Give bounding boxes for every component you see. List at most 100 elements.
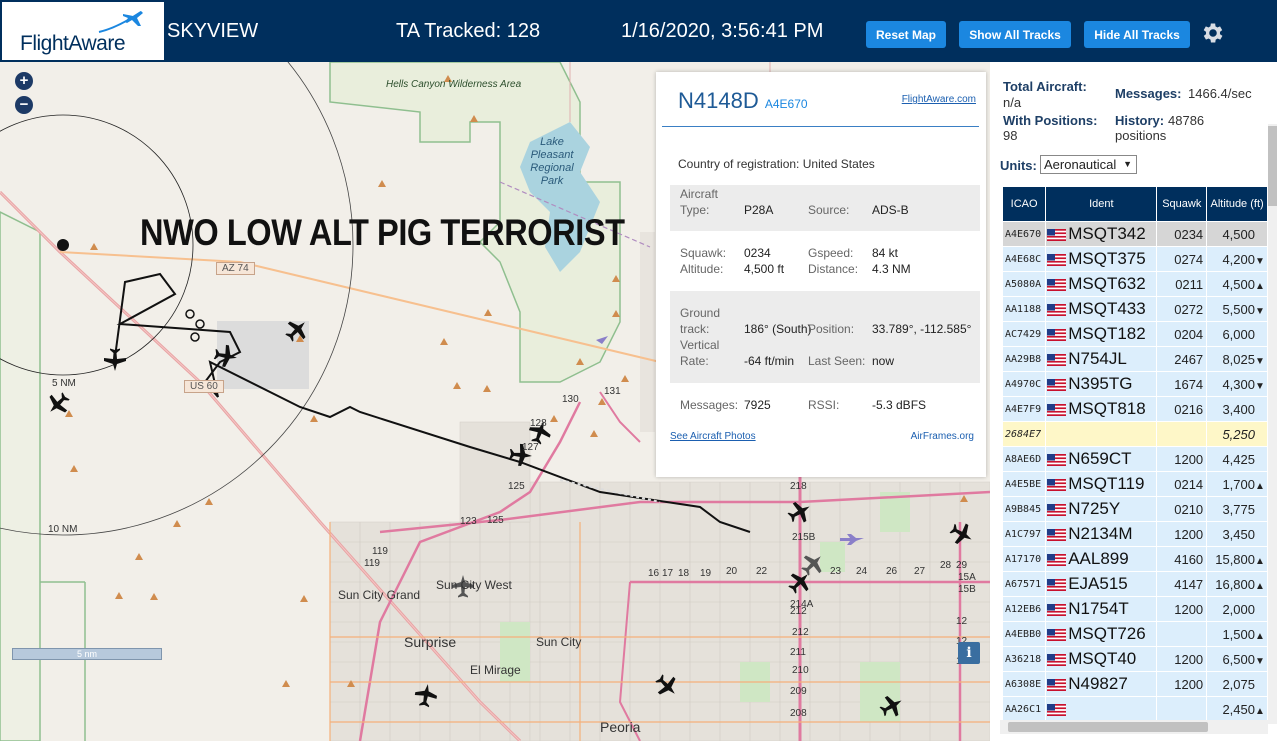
col-header-icao[interactable]: ICAO (1003, 187, 1046, 221)
popup-divider (662, 126, 979, 127)
cell-squawk: 1200 (1157, 597, 1207, 621)
popup-icao: A4E670 (764, 97, 808, 111)
aircraft-type-label: Aircraft Type: (680, 187, 719, 217)
altitude-text: 6,000 (1222, 326, 1255, 342)
flightaware-logo[interactable]: FlightAware (2, 2, 164, 60)
ident-text: AAL899 (1068, 549, 1129, 568)
table-row[interactable]: A4970C N395TG 1674 4,300▼ (1003, 372, 1267, 396)
us-flag-icon (1047, 378, 1067, 391)
route-number: 123 (460, 516, 477, 527)
table-row[interactable]: AA1188 MSQT433 0272 5,500▼ (1003, 297, 1267, 321)
hide-all-tracks-button[interactable]: Hide All Tracks (1084, 21, 1190, 48)
messages-rate-value: 1466.4/sec (1188, 86, 1252, 101)
us-flag-icon (1047, 478, 1067, 491)
us-flag-icon (1047, 253, 1067, 266)
aircraft-table-body: A4E670 MSQT342 0234 4,500 A4E68C MSQT375 0274 4… (1003, 222, 1267, 721)
vertical-rate-label: Vertical Rate: (680, 338, 720, 368)
table-row[interactable]: 2684E7 5,250 (1003, 422, 1267, 446)
zoom-in-button[interactable]: + (15, 72, 33, 90)
table-row[interactable]: A4E5BE MSQT119 0214 1,700▲ (1003, 472, 1267, 496)
vertical-scrollbar-thumb[interactable] (1268, 126, 1277, 206)
aircraft-photos-link[interactable]: See Aircraft Photos (670, 431, 756, 442)
route-number: 16 (648, 568, 660, 579)
cell-altitude: 4,500 (1207, 222, 1267, 246)
table-row[interactable]: AA26C1 2,450▲ (1003, 697, 1267, 721)
table-row[interactable]: A1C797 N2134M 1200 3,450 (1003, 522, 1267, 546)
flightaware-link[interactable]: FlightAware.com (902, 94, 976, 105)
table-row[interactable]: A4E670 MSQT342 0234 4,500 (1003, 222, 1267, 246)
cell-ident (1046, 422, 1157, 446)
table-row[interactable]: A67571 EJA515 4147 16,800▲ (1003, 572, 1267, 596)
ident-text: MSQT119 (1068, 474, 1145, 493)
cell-squawk: 1200 (1157, 672, 1207, 696)
route-number: 210 (792, 665, 809, 676)
cell-ident: MSQT375 (1046, 247, 1157, 271)
reset-map-button[interactable]: Reset Map (866, 21, 946, 48)
cell-ident (1046, 697, 1157, 721)
altitude-trend-icon: ▲ (1255, 480, 1265, 492)
table-row[interactable]: A36218 MSQT40 1200 6,500▼ (1003, 647, 1267, 671)
info-button[interactable]: i (958, 642, 980, 664)
cell-ident: AAL899 (1046, 547, 1157, 571)
airframes-link[interactable]: AirFrames.org (911, 431, 974, 442)
us-flag-icon (1047, 553, 1067, 566)
cell-icao: A36218 (1003, 647, 1046, 671)
popup-block-track: Ground track: 186° (South) Position: 33.… (670, 291, 980, 383)
table-row[interactable]: A17170 AAL899 4160 15,800▲ (1003, 547, 1267, 571)
table-row[interactable]: A12EB6 N1754T 1200 2,000 (1003, 597, 1267, 621)
popup-block-type: Aircraft Type: P28A Source: ADS-B (670, 185, 980, 231)
altitude-text: 2,075 (1222, 676, 1255, 692)
cell-icao: A17170 (1003, 547, 1046, 571)
zoom-out-button[interactable]: − (15, 96, 33, 114)
altitude-text: 1,500 (1222, 626, 1255, 642)
cell-squawk: 4147 (1157, 572, 1207, 596)
table-row[interactable]: AA29B8 N754JL 2467 8,025▼ (1003, 347, 1267, 371)
units-select[interactable]: Aeronautical ▼ (1040, 155, 1137, 174)
ident-text: N395TG (1068, 374, 1133, 393)
route-number: 24 (856, 566, 868, 577)
cell-squawk: 0210 (1157, 497, 1207, 521)
cell-ident: N2134M (1046, 522, 1157, 546)
col-header-squawk[interactable]: Squawk (1157, 187, 1207, 221)
cell-squawk: 0204 (1157, 322, 1207, 346)
aircraft-list-panel: Total Aircraft: n/a Messages: 1466.4/sec… (990, 62, 1277, 741)
cell-altitude: 2,000 (1207, 597, 1267, 621)
altitude-text: 3,450 (1222, 526, 1255, 542)
route-number: 127 (522, 442, 539, 453)
ident-text: N725Y (1068, 499, 1121, 518)
col-header-ident[interactable]: Ident (1046, 187, 1157, 221)
table-row[interactable]: AC7429 MSQT182 0204 6,000 (1003, 322, 1267, 346)
altitude-text: 6,500 (1222, 651, 1255, 667)
table-row[interactable]: A4E68C MSQT375 0274 4,200▼ (1003, 247, 1267, 271)
route-number: 26 (886, 566, 898, 577)
horizontal-scrollbar-thumb[interactable] (1008, 722, 1208, 732)
gear-icon[interactable] (1200, 20, 1226, 46)
cell-icao: AC7429 (1003, 322, 1046, 346)
rssi-label: RSSI: (808, 398, 840, 412)
table-row[interactable]: A4E7F9 MSQT818 0216 3,400 (1003, 397, 1267, 421)
show-all-tracks-button[interactable]: Show All Tracks (959, 21, 1071, 48)
cell-icao: A12EB6 (1003, 597, 1046, 621)
table-row[interactable]: A4EBB0 MSQT726 1,500▲ (1003, 622, 1267, 646)
table-row[interactable]: A5080A MSQT632 0211 4,500▲ (1003, 272, 1267, 296)
park-label-lake-pleasant: Lake Pleasant Regional Park (530, 136, 574, 187)
country-label: Country of registration: (678, 157, 800, 171)
cell-squawk: 0272 (1157, 297, 1207, 321)
cell-icao: AA1188 (1003, 297, 1046, 321)
park-label-hells-canyon: Hells Canyon Wilderness Area (386, 79, 522, 90)
col-header-altitude[interactable]: Altitude (ft) (1207, 187, 1267, 221)
last-seen-label: Last Seen: (808, 354, 866, 368)
cell-ident: MSQT40 (1046, 647, 1157, 671)
table-row[interactable]: A9B845 N725Y 0210 3,775 (1003, 497, 1267, 521)
altitude-text: 15,800 (1215, 551, 1255, 567)
table-row[interactable]: A8AE6D N659CT 1200 4,425 (1003, 447, 1267, 471)
table-row[interactable]: A6308E N49827 1200 2,075 (1003, 672, 1267, 696)
altitude-trend-icon: ▲ (1255, 630, 1265, 642)
squawk-label: Squawk: (680, 246, 727, 260)
cell-squawk: 0234 (1157, 222, 1207, 246)
town-label-sun-city-west: Sun City West (436, 578, 512, 592)
vertical-scrollbar[interactable] (1268, 124, 1277, 724)
town-label-el-mirage: El Mirage (470, 663, 521, 677)
popup-callsign-text: N4148D (678, 88, 759, 113)
ground-track-value: 186° (South) (744, 322, 812, 336)
